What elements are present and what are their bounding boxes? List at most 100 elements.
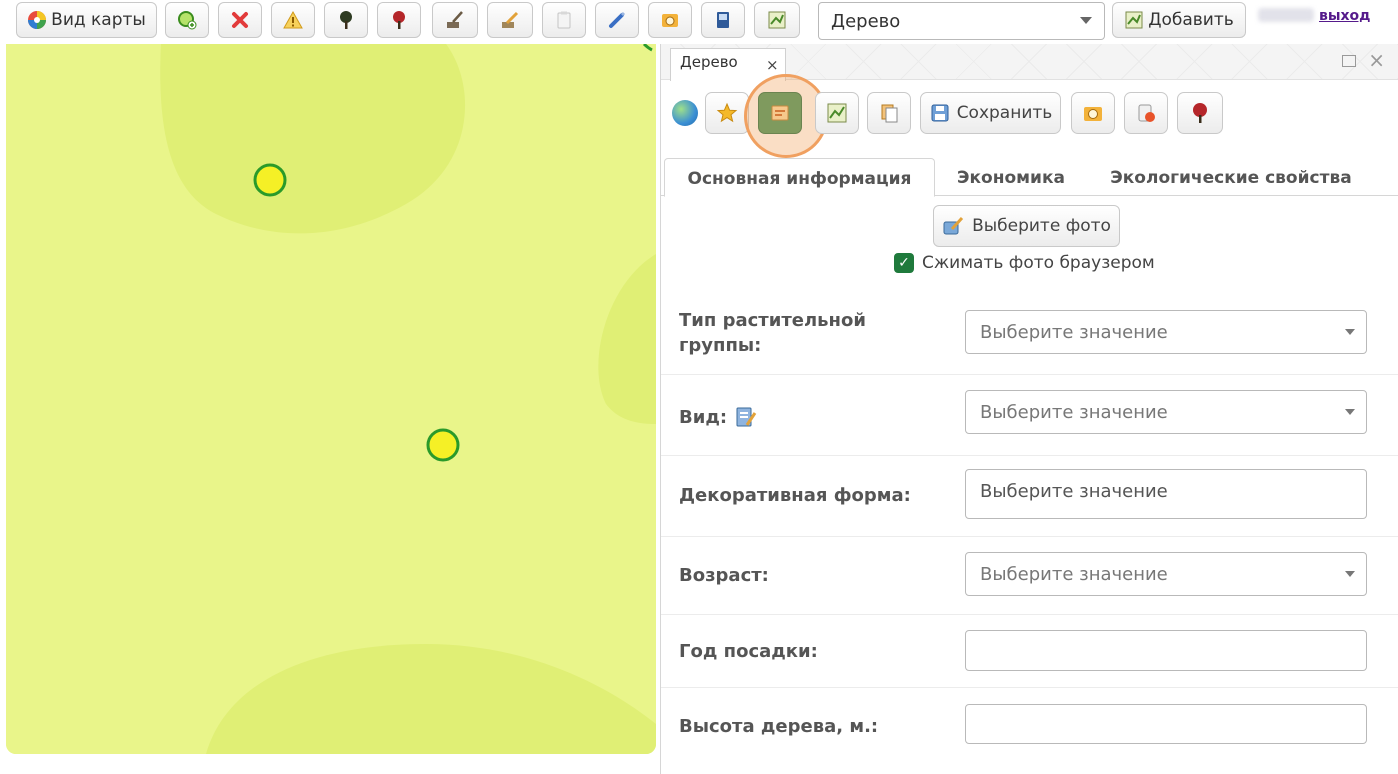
star-icon — [716, 102, 738, 123]
age-select[interactable]: Выберите значение — [965, 552, 1367, 596]
save-button[interactable]: Сохранить — [920, 92, 1061, 134]
map-icon — [827, 103, 847, 123]
veg-group-value: Выберите значение — [980, 321, 1168, 343]
layer-select-value: Дерево — [831, 10, 901, 32]
age-label: Возраст: — [679, 565, 769, 586]
panel-tab-tree[interactable]: Дерево × — [670, 48, 786, 81]
tree-panel: Дерево × × Сохранить Основная информация… — [660, 44, 1398, 774]
choose-photo-label: Выберите фото — [972, 216, 1111, 236]
tree-marker[interactable] — [426, 428, 460, 462]
veg-group-select[interactable]: Выберите значение — [965, 310, 1367, 354]
view-map-label: Вид карты — [51, 10, 146, 30]
panel-tabs: Основная информация Экономика Экологичес… — [661, 150, 1398, 197]
compress-checkbox[interactable]: ✓ — [894, 253, 914, 273]
map-view[interactable] — [6, 44, 656, 754]
map-add-icon — [1125, 11, 1143, 29]
map-icon — [768, 11, 786, 29]
photo-edit-icon — [943, 216, 964, 235]
panel-header: Дерево × × — [661, 44, 1398, 81]
add-circle-icon — [178, 11, 197, 30]
panel-tab-title: Дерево — [680, 53, 738, 71]
form-row-height: Высота дерева, м.: — [661, 688, 1398, 774]
clipboard-icon — [557, 11, 571, 29]
globe-icon[interactable] — [672, 100, 698, 126]
delete-button[interactable] — [218, 2, 262, 38]
year-label: Год посадки: — [679, 641, 818, 662]
color-wheel-icon — [28, 11, 47, 29]
compress-option[interactable]: ✓ Сжимать фото браузером — [894, 253, 1155, 273]
save-button-label: Сохранить — [956, 103, 1053, 123]
tab-main-info[interactable]: Основная информация — [664, 158, 935, 197]
edit-icon[interactable] — [735, 405, 757, 429]
decor-value: Выберите значение — [980, 481, 1168, 502]
compress-label: Сжимать фото браузером — [922, 253, 1155, 273]
warning-button[interactable] — [271, 2, 315, 38]
copy-button[interactable] — [867, 92, 911, 134]
close-icon[interactable]: × — [766, 56, 779, 74]
tree-red-icon — [1193, 103, 1207, 123]
window-close-icon[interactable]: × — [1368, 50, 1385, 70]
photo-icon — [1084, 107, 1102, 121]
maximize-icon[interactable] — [1342, 55, 1357, 67]
view-map-button[interactable]: Вид карты — [16, 2, 157, 38]
species-select[interactable]: Выберите значение — [965, 390, 1367, 434]
warning-icon — [283, 10, 303, 29]
delete-record-button[interactable] — [1124, 92, 1168, 134]
tree-marker[interactable] — [253, 163, 287, 197]
pencil-button[interactable] — [487, 2, 533, 38]
photo-button[interactable] — [648, 2, 692, 38]
chevron-down-icon — [1345, 329, 1355, 335]
brush-icon — [447, 11, 463, 28]
delete-record-icon — [1138, 104, 1155, 122]
pen-button[interactable] — [595, 2, 639, 38]
book-button[interactable] — [701, 2, 745, 38]
decor-field[interactable]: Выберите значение — [965, 469, 1367, 519]
delete-icon — [232, 12, 248, 28]
chevron-down-icon — [1080, 17, 1092, 24]
photo-icon — [662, 14, 678, 27]
favorite-button[interactable] — [705, 92, 749, 134]
layer-select[interactable]: Дерево — [818, 2, 1105, 40]
add-button-label: Добавить — [1148, 10, 1234, 30]
species-value: Выберите значение — [980, 401, 1168, 423]
map-canvas — [6, 44, 656, 754]
photo-panel-button[interactable] — [1071, 92, 1115, 134]
tab-ecology[interactable]: Экологические свойства — [1101, 158, 1361, 196]
pencil-icon — [502, 11, 519, 28]
age-value: Выберите значение — [980, 563, 1168, 585]
map-layer-button[interactable] — [815, 92, 859, 134]
tree-dark-icon — [340, 11, 352, 29]
copy-icon — [881, 104, 898, 123]
form-row-veg-group: Тип растительной группы: Выберите значен… — [661, 294, 1398, 375]
add-object-button[interactable] — [165, 2, 209, 38]
tree-red-button[interactable] — [377, 2, 421, 38]
decor-label: Декоративная форма: — [679, 485, 911, 506]
height-input[interactable] — [965, 704, 1367, 744]
pen-icon — [609, 11, 626, 28]
form-row-species: Вид: Выберите значение — [661, 375, 1398, 456]
species-label: Вид: — [679, 406, 728, 428]
book-icon — [717, 12, 729, 28]
chevron-down-icon — [1345, 409, 1355, 415]
year-input[interactable] — [965, 630, 1367, 671]
species-label-wrap: Вид: — [679, 405, 757, 429]
tree-red-panel-button[interactable] — [1177, 92, 1223, 134]
choose-photo-button[interactable]: Выберите фото — [933, 205, 1120, 247]
form-row-year: Год посадки: — [661, 615, 1398, 688]
veg-group-label: Тип растительной группы: — [679, 310, 866, 356]
clipboard-button[interactable] — [542, 2, 586, 38]
height-label: Высота дерева, м.: — [679, 716, 879, 737]
username-blurred — [1258, 8, 1314, 22]
top-toolbar: Вид карты Дерево Добавить выход — [0, 0, 1398, 44]
tree-dark-button[interactable] — [324, 2, 368, 38]
save-icon — [931, 104, 949, 122]
add-button[interactable]: Добавить — [1112, 2, 1246, 38]
map-button[interactable] — [754, 2, 800, 38]
logout-link[interactable]: выход — [1319, 8, 1370, 24]
form-button[interactable] — [758, 92, 802, 134]
form-row-decor: Декоративная форма: Выберите значение — [661, 456, 1398, 537]
tab-economy[interactable]: Экономика — [951, 158, 1071, 196]
brush-button[interactable] — [432, 2, 478, 38]
chevron-down-icon — [1345, 571, 1355, 577]
form-icon — [771, 105, 789, 121]
